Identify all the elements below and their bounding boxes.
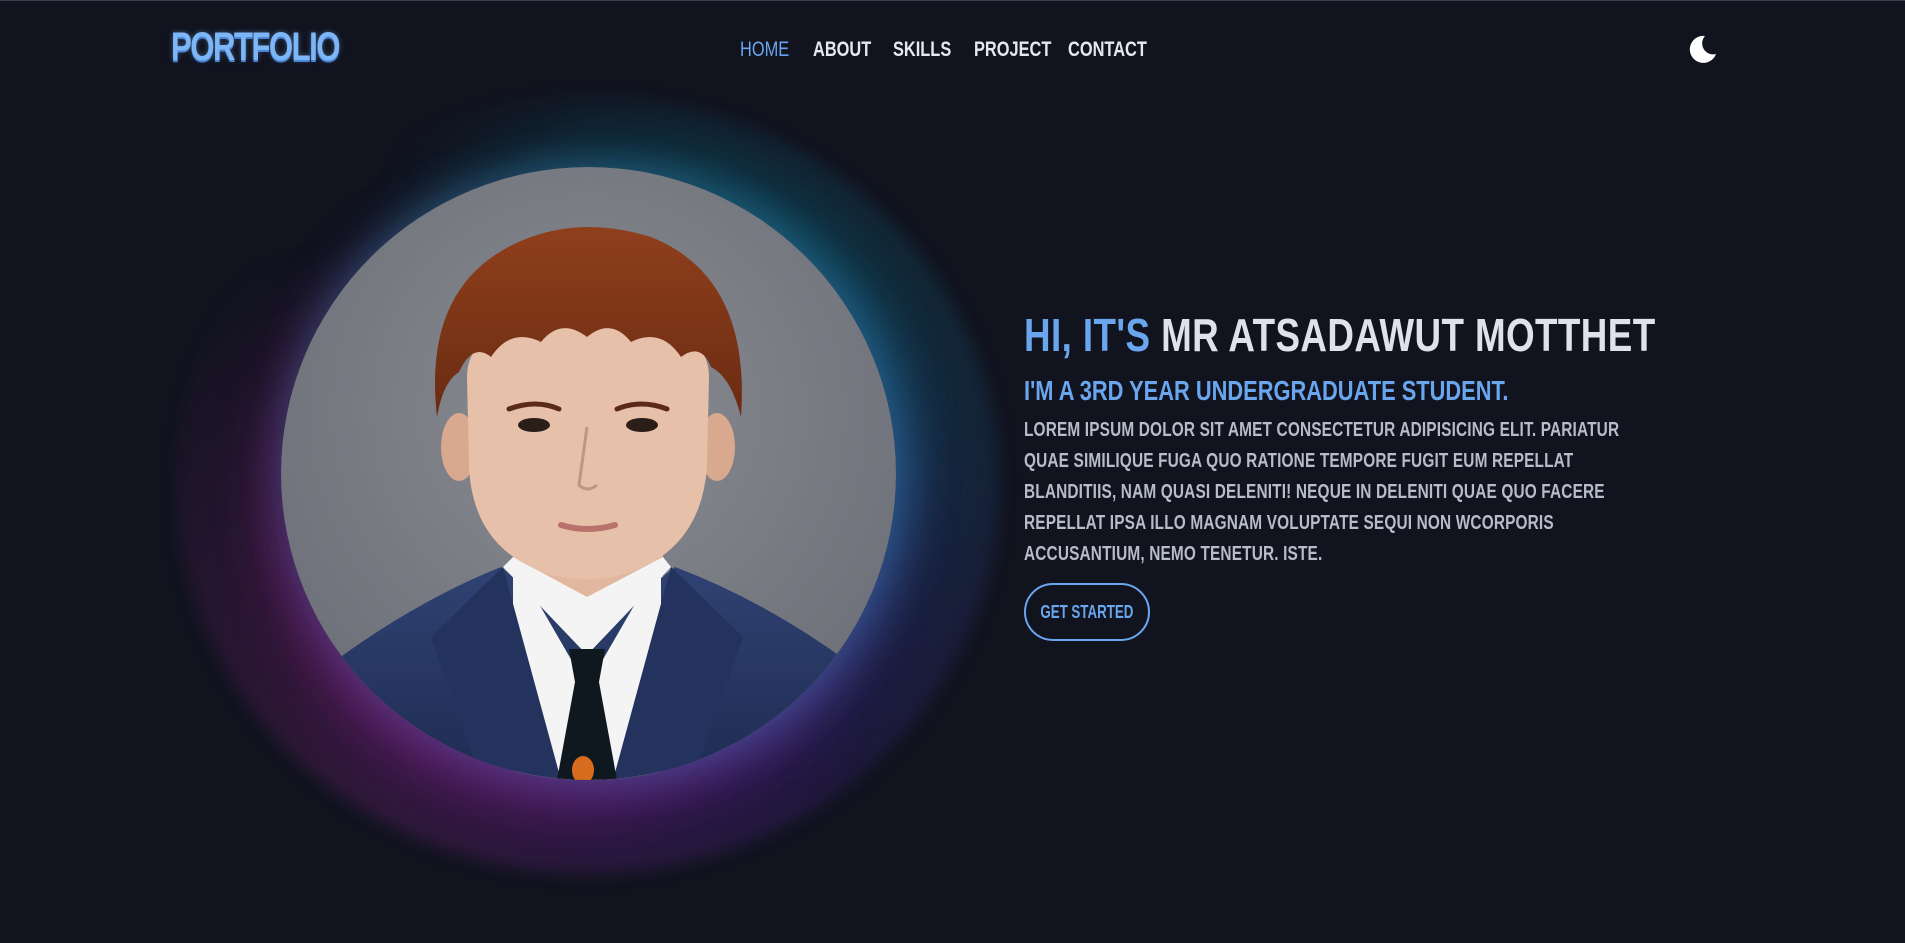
hero-subtitle: I'M A 3RD YEAR UNDERGRADUATE STUDENT. [1024, 375, 1509, 406]
portfolio-page: PORTFOLIO HOME ABOUT SKILLS PROJECT CONT… [0, 0, 1905, 943]
theme-toggle-button[interactable] [1686, 33, 1718, 65]
nav-item-skills[interactable]: SKILLS [893, 35, 951, 65]
site-header: PORTFOLIO HOME ABOUT SKILLS PROJECT CONT… [0, 1, 1905, 97]
hero-description: LOREM IPSUM DOLOR SIT AMET CONSECTETUR A… [1024, 419, 1620, 565]
hero-name: MR ATSADAWUT MOTTHET [1161, 309, 1656, 361]
profile-photo [281, 167, 896, 780]
get-started-button[interactable]: GET STARTED [1024, 583, 1150, 641]
avatar [281, 167, 896, 780]
nav-item-home[interactable]: HOME [740, 35, 789, 65]
main-nav: HOME ABOUT SKILLS PROJECT CONTACT [740, 35, 1147, 65]
hero-text: HI, IT'S MR ATSADAWUT MOTTHET I'M A 3RD … [1024, 307, 1655, 570]
greeting-prefix: HI, IT'S [1024, 309, 1151, 361]
get-started-label: GET STARTED [1040, 601, 1134, 622]
nav-item-project[interactable]: PROJECT [974, 35, 1051, 65]
logo[interactable]: PORTFOLIO [171, 23, 341, 71]
moon-icon [1689, 35, 1716, 63]
nav-item-contact[interactable]: CONTACT [1068, 35, 1147, 65]
hero-heading: HI, IT'S MR ATSADAWUT MOTTHET [1024, 307, 1655, 363]
nav-item-about[interactable]: ABOUT [813, 35, 871, 65]
